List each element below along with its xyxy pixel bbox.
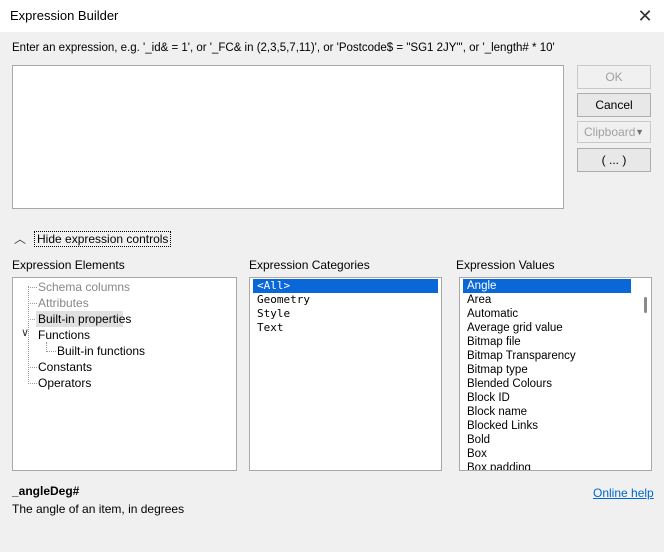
clipboard-button[interactable]: Clipboard ▼ [577,121,651,143]
selected-value-description: The angle of an item, in degrees [12,502,185,516]
category-item[interactable]: Style [253,307,438,321]
tree-item-schema-columns[interactable]: Schema columns [38,280,130,294]
value-item[interactable]: Bitmap file [463,335,631,349]
cancel-button[interactable]: Cancel [577,93,651,117]
chevron-down-icon: ▼ [635,127,644,137]
category-item[interactable]: <All> [253,279,438,293]
value-item[interactable]: Box padding [463,461,631,470]
tree-item-constants[interactable]: Constants [38,360,92,374]
value-item[interactable]: Automatic [463,307,631,321]
value-item[interactable]: Angle [463,279,631,293]
value-item[interactable]: Bitmap Transparency [463,349,631,363]
selected-value-name: _angleDeg# [12,484,80,498]
elements-label: Expression Elements [12,258,125,272]
elements-tree[interactable]: Schema columns Attributes Built-in prope… [12,277,237,471]
value-item[interactable]: Block name [463,405,631,419]
chevron-expanded-icon[interactable]: ∨ [21,326,29,339]
category-item[interactable]: Geometry [253,293,438,307]
value-item[interactable]: Block ID [463,391,631,405]
tree-item-built-in-functions[interactable]: Built-in functions [57,344,145,358]
ok-button[interactable]: OK [577,65,651,89]
close-icon[interactable]: ✕ [630,2,660,30]
values-list[interactable]: Angle Area Automatic Average grid value … [459,277,652,471]
online-help-link[interactable]: Online help [593,486,654,500]
tree-item-functions[interactable]: Functions [38,328,90,342]
clipboard-label: Clipboard [584,125,636,139]
values-scrollbar[interactable] [642,279,650,469]
value-item[interactable]: Bold [463,433,631,447]
more-button[interactable]: ( ... ) [577,148,651,172]
value-item[interactable]: Average grid value [463,321,631,335]
value-item[interactable]: Area [463,293,631,307]
categories-label: Expression Categories [249,258,370,272]
tree-item-attributes[interactable]: Attributes [38,296,89,310]
tree-item-operators[interactable]: Operators [38,376,91,390]
tree-item-built-in-properties[interactable]: Built-in properties [38,312,131,326]
value-item[interactable]: Bitmap type [463,363,631,377]
chevron-up-icon: ︿ [14,232,27,246]
scrollbar-thumb[interactable] [644,297,647,313]
window-title: Expression Builder [10,8,119,23]
categories-list[interactable]: <All> Geometry Style Text [249,277,442,471]
hide-controls-toggle[interactable]: ︿ Hide expression controls [14,230,172,247]
hide-controls-label: Hide expression controls [34,230,172,247]
value-item[interactable]: Blended Colours [463,377,631,391]
expression-input[interactable] [12,65,564,209]
value-item[interactable]: Blocked Links [463,419,631,433]
value-item[interactable]: Box [463,447,631,461]
expression-hint: Enter an expression, e.g. '_id& = 1', or… [12,42,555,54]
values-label: Expression Values [456,258,555,272]
category-item[interactable]: Text [253,321,438,335]
